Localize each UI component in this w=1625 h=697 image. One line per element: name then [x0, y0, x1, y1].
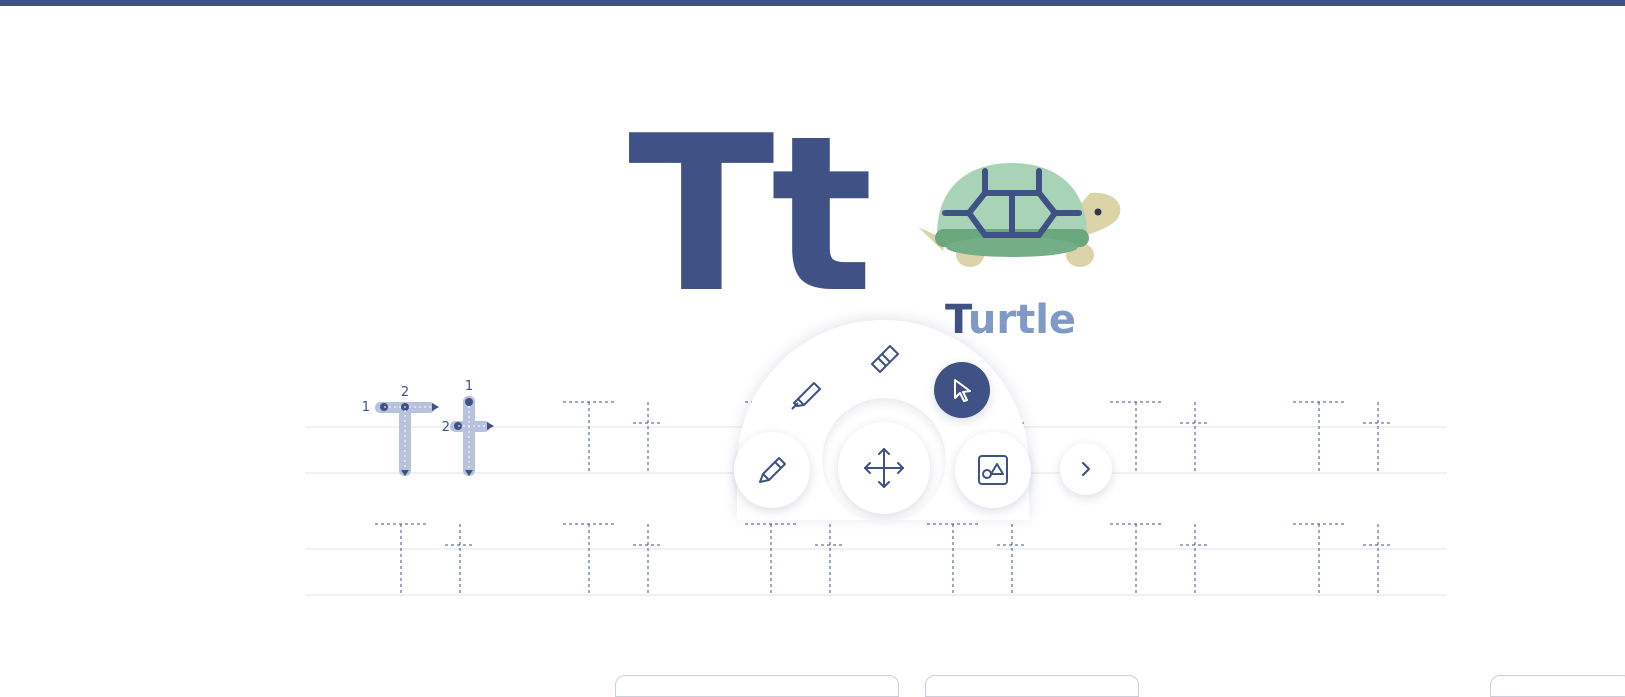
pencil-tool-button[interactable] [734, 432, 810, 508]
eraser-icon [871, 345, 899, 373]
highlighter-tool-button[interactable] [770, 357, 842, 429]
eraser-tool-button[interactable] [848, 322, 920, 394]
traceable-letter-cell[interactable] [927, 523, 1027, 596]
pencil-icon [759, 457, 786, 483]
top-bar [0, 0, 1625, 6]
lower-t-step-2: 2 [442, 420, 450, 435]
traceable-letter-cell[interactable] [1110, 401, 1210, 474]
word-first-letter: T [945, 297, 968, 343]
word-rest: urtle [967, 297, 1077, 343]
pointer-icon [954, 379, 971, 402]
lower-t-step-1: 1 [465, 380, 473, 394]
stroke-guide-upper-t: 1 2 [362, 385, 439, 476]
bottom-tab-2[interactable] [925, 675, 1139, 697]
pointer-tool-button[interactable] [934, 362, 990, 418]
next-tools-button[interactable] [1060, 443, 1112, 495]
upper-t-step-1: 1 [362, 400, 370, 415]
traceable-letter-cell[interactable] [563, 401, 663, 474]
traceable-letter-cell[interactable] [375, 523, 475, 596]
move-icon [864, 448, 904, 488]
example-word: Turtle [945, 296, 1076, 344]
shapes-tool-button[interactable] [955, 432, 1031, 508]
turtle-illustration [918, 163, 1121, 267]
move-tool-button[interactable] [838, 422, 930, 514]
traceable-letter-cell[interactable] [1293, 523, 1393, 596]
bottom-tab-1[interactable] [615, 675, 899, 697]
shapes-icon [978, 455, 1008, 485]
traceable-letter-cell[interactable] [1293, 401, 1393, 474]
traceable-letter-cell[interactable] [745, 523, 845, 596]
chevron-right-icon [1081, 461, 1091, 477]
highlighter-icon [791, 382, 821, 410]
stroke-guide-lower-t: 1 2 [442, 380, 494, 476]
traceable-letter-cell[interactable] [563, 523, 663, 596]
featured-letters: Tt [628, 89, 873, 340]
traceable-letter-cell[interactable] [1110, 523, 1210, 596]
bottom-tab-3[interactable] [1490, 675, 1625, 697]
upper-t-step-2: 2 [401, 385, 409, 400]
